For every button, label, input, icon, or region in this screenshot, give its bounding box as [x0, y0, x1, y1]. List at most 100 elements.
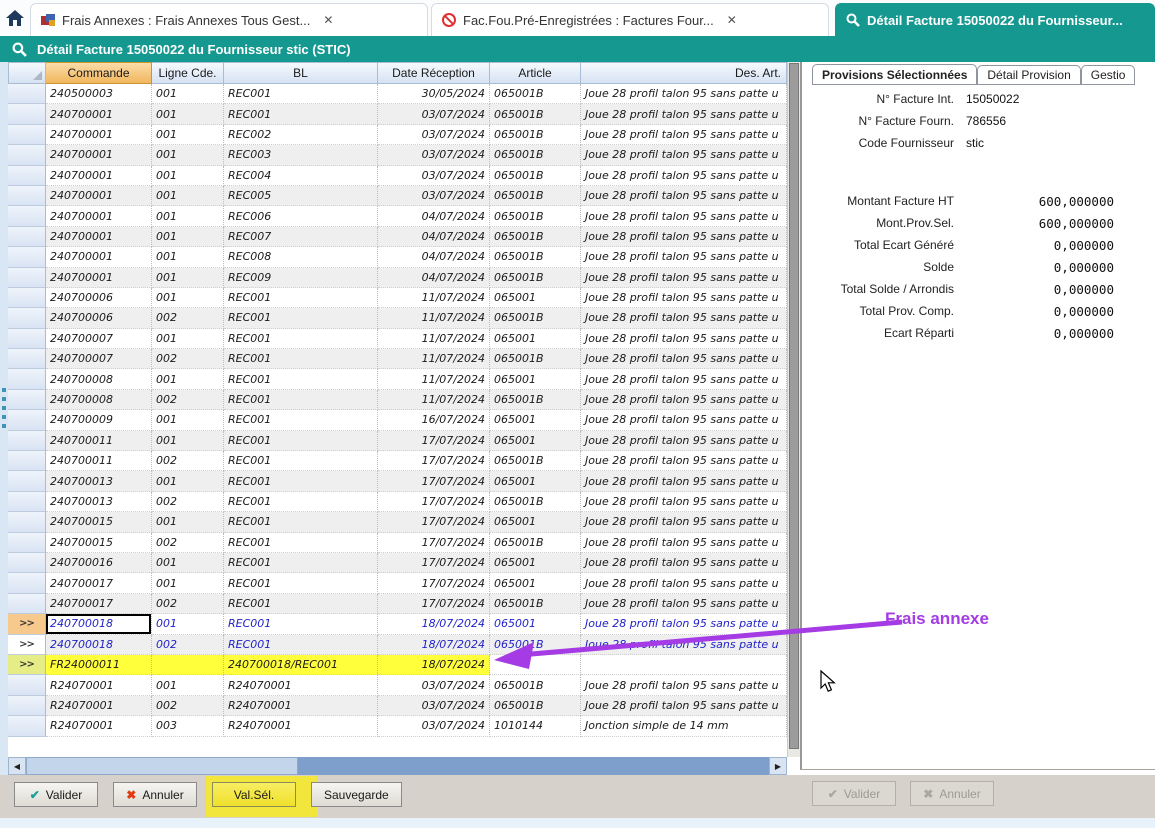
cell-des-art[interactable]: Joue 28 profil talon 95 sans patte u [581, 410, 787, 430]
cell-article[interactable]: 065001B [490, 166, 581, 186]
cell-date-reception[interactable]: 11/07/2024 [378, 288, 490, 308]
cell-date-reception[interactable]: 17/07/2024 [378, 431, 490, 451]
tab-detail-facture[interactable]: Détail Facture 15050022 du Fournisseur..… [835, 3, 1155, 36]
cell-commande[interactable]: R24070001 [46, 675, 152, 695]
cell-date-reception[interactable]: 17/07/2024 [378, 553, 490, 573]
cell-commande[interactable]: 240700001 [46, 145, 152, 165]
cell-date-reception[interactable]: 11/07/2024 [378, 329, 490, 349]
cell-des-art[interactable]: Joue 28 profil talon 95 sans patte u [581, 104, 787, 124]
cell-des-art[interactable]: Joue 28 profil talon 95 sans patte u [581, 492, 787, 512]
cell-ligne-cde[interactable]: 002 [152, 451, 224, 471]
cell-date-reception[interactable]: 18/07/2024 [378, 614, 490, 634]
cell-ligne-cde[interactable]: 001 [152, 84, 224, 104]
cell-des-art[interactable]: Joue 28 profil talon 95 sans patte u [581, 635, 787, 655]
row-selector[interactable] [8, 227, 46, 247]
cell-ligne-cde[interactable]: 002 [152, 533, 224, 553]
cell-date-reception[interactable]: 03/07/2024 [378, 145, 490, 165]
cell-des-art[interactable]: Joue 28 profil talon 95 sans patte u [581, 227, 787, 247]
tab-gestion[interactable]: Gestio [1081, 65, 1136, 85]
cell-bl[interactable]: REC001 [224, 308, 378, 328]
row-selector[interactable] [8, 206, 46, 226]
cell-des-art[interactable]: Joue 28 profil talon 95 sans patte u [581, 553, 787, 573]
tab-detail-provision[interactable]: Détail Provision [977, 65, 1080, 85]
cell-article[interactable]: 065001B [490, 84, 581, 104]
cell-date-reception[interactable]: 11/07/2024 [378, 308, 490, 328]
cell-bl[interactable]: REC001 [224, 84, 378, 104]
cell-commande[interactable]: 240700001 [46, 186, 152, 206]
cell-date-reception[interactable]: 17/07/2024 [378, 533, 490, 553]
cell-ligne-cde[interactable]: 001 [152, 410, 224, 430]
cell-ligne-cde[interactable]: 001 [152, 206, 224, 226]
row-selector[interactable]: >> [8, 635, 46, 655]
cell-des-art[interactable]: Joue 28 profil talon 95 sans patte u [581, 125, 787, 145]
cell-des-art[interactable]: Joue 28 profil talon 95 sans patte u [581, 268, 787, 288]
cell-commande[interactable]: 240700017 [46, 594, 152, 614]
cell-commande[interactable]: 240700013 [46, 471, 152, 491]
row-selector[interactable] [8, 104, 46, 124]
cell-bl[interactable]: REC001 [224, 512, 378, 532]
cell-ligne-cde[interactable]: 002 [152, 635, 224, 655]
cell-commande[interactable]: 240700013 [46, 492, 152, 512]
cell-article[interactable]: 065001 [490, 329, 581, 349]
cell-ligne-cde[interactable]: 002 [152, 390, 224, 410]
cell-bl[interactable]: REC001 [224, 369, 378, 389]
row-selector[interactable] [8, 308, 46, 328]
cell-date-reception[interactable]: 11/07/2024 [378, 349, 490, 369]
cell-bl[interactable]: R24070001 [224, 696, 378, 716]
cell-des-art[interactable]: Joue 28 profil talon 95 sans patte u [581, 186, 787, 206]
cell-article[interactable]: 065001 [490, 512, 581, 532]
cell-commande[interactable]: 240700009 [46, 410, 152, 430]
cell-bl[interactable]: REC001 [224, 349, 378, 369]
cell-article[interactable]: 065001 [490, 614, 581, 634]
cell-article[interactable]: 065001 [490, 431, 581, 451]
cell-bl[interactable]: REC004 [224, 166, 378, 186]
cell-article[interactable] [490, 655, 581, 675]
cell-bl[interactable]: REC001 [224, 614, 378, 634]
horizontal-scrollbar-track[interactable] [298, 757, 769, 775]
cell-article[interactable]: 065001B [490, 145, 581, 165]
cell-bl[interactable]: REC001 [224, 431, 378, 451]
cell-bl[interactable]: REC009 [224, 268, 378, 288]
cell-commande[interactable]: 240700016 [46, 553, 152, 573]
cell-ligne-cde[interactable]: 001 [152, 288, 224, 308]
cell-ligne-cde[interactable]: 002 [152, 349, 224, 369]
val-sel-button[interactable]: Val.Sél. [212, 782, 296, 807]
cell-date-reception[interactable]: 17/07/2024 [378, 471, 490, 491]
cell-ligne-cde[interactable]: 001 [152, 145, 224, 165]
cell-commande[interactable]: 240700006 [46, 308, 152, 328]
cell-article[interactable]: 065001B [490, 349, 581, 369]
horizontal-scrollbar-thumb[interactable] [26, 757, 298, 775]
cell-bl[interactable]: REC005 [224, 186, 378, 206]
cell-ligne-cde[interactable] [152, 655, 224, 675]
cell-des-art[interactable]: Joue 28 profil talon 95 sans patte u [581, 308, 787, 328]
row-selector[interactable] [8, 431, 46, 451]
cell-des-art[interactable]: Joue 28 profil talon 95 sans patte u [581, 451, 787, 471]
cell-ligne-cde[interactable]: 001 [152, 247, 224, 267]
cell-bl[interactable]: REC003 [224, 145, 378, 165]
cell-commande[interactable]: R24070001 [46, 696, 152, 716]
row-selector[interactable] [8, 410, 46, 430]
cell-commande[interactable]: 240700001 [46, 268, 152, 288]
cell-date-reception[interactable]: 17/07/2024 [378, 492, 490, 512]
column-header-bl[interactable]: BL [224, 62, 378, 84]
cell-ligne-cde[interactable]: 001 [152, 227, 224, 247]
cell-commande[interactable]: 240700015 [46, 533, 152, 553]
cell-date-reception[interactable]: 03/07/2024 [378, 675, 490, 695]
cell-commande[interactable]: 240700006 [46, 288, 152, 308]
cell-article[interactable]: 065001B [490, 451, 581, 471]
row-selector[interactable] [8, 268, 46, 288]
cell-des-art[interactable]: Joue 28 profil talon 95 sans patte u [581, 349, 787, 369]
cell-article[interactable]: 065001B [490, 247, 581, 267]
cell-article[interactable]: 065001B [490, 104, 581, 124]
scroll-right-button[interactable]: ▶ [769, 757, 787, 775]
home-button[interactable] [0, 0, 30, 36]
cell-date-reception[interactable]: 17/07/2024 [378, 573, 490, 593]
cell-date-reception[interactable]: 11/07/2024 [378, 369, 490, 389]
tab-provisions-selectionnees[interactable]: Provisions Sélectionnées [812, 64, 977, 85]
cell-commande[interactable]: 240700001 [46, 104, 152, 124]
row-selector[interactable] [8, 349, 46, 369]
cell-bl[interactable]: REC002 [224, 125, 378, 145]
cell-ligne-cde[interactable]: 001 [152, 614, 224, 634]
cell-des-art[interactable]: Joue 28 profil talon 95 sans patte u [581, 390, 787, 410]
cell-des-art[interactable]: Joue 28 profil talon 95 sans patte u [581, 166, 787, 186]
